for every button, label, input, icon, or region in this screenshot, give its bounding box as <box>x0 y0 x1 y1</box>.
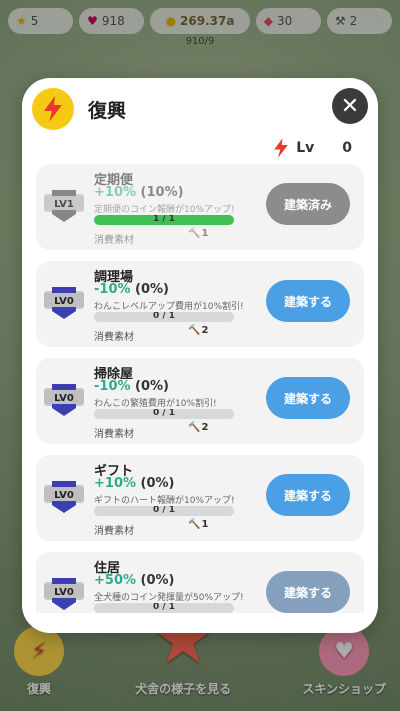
level-badge: LV1 <box>42 182 86 226</box>
hammer-icon: 🔨 <box>188 519 201 530</box>
revival-modal: 復興 ✕ Lv 0 LV1 定期便 +10% (10%) 定期便のコイン報酬が1… <box>22 78 378 633</box>
progress-bar: 0 / 1 <box>94 506 234 516</box>
build-button[interactable]: 建築する <box>266 377 350 419</box>
facility-list[interactable]: LV1 定期便 +10% (10%) 定期便のコイン報酬が10%アップ! 1 /… <box>36 164 364 613</box>
svg-text:LV0: LV0 <box>54 393 74 404</box>
build-button[interactable]: 建築済み <box>266 183 350 225</box>
modal-header: 復興 ✕ <box>22 78 378 140</box>
progress-text: 0 / 1 <box>152 506 176 515</box>
level-badge: LV0 <box>42 473 86 517</box>
build-button[interactable]: 建築する <box>266 571 350 613</box>
svg-text:LV1: LV1 <box>54 199 74 210</box>
lightning-icon <box>274 138 288 158</box>
facility-effect: -10% (0%) <box>94 282 170 297</box>
material-cost: 🔨 2 <box>188 325 209 336</box>
modal-title: 復興 <box>88 100 127 122</box>
svg-text:LV0: LV0 <box>54 587 74 598</box>
build-button[interactable]: 建築する <box>266 280 350 322</box>
level-badge: LV0 <box>42 376 86 420</box>
level-label: Lv <box>296 140 315 156</box>
progress-text: 1 / 1 <box>152 215 176 224</box>
progress-text: 0 / 1 <box>152 312 176 321</box>
facility-card: LV0 ギフト +10% (0%) ギフトのハート報酬が10%アップ! 0 / … <box>36 455 364 541</box>
hammer-icon: 🔨 <box>188 422 201 433</box>
materials-label: 消費素材 <box>94 332 134 343</box>
progress-text: 0 / 1 <box>152 603 176 612</box>
progress-bar: 1 / 1 <box>94 215 234 225</box>
facility-effect: -10% (0%) <box>94 379 170 394</box>
materials-label: 消費素材 <box>94 429 134 440</box>
progress-text: 0 / 1 <box>152 409 176 418</box>
facility-effect: +50% (0%) <box>94 573 175 588</box>
facility-description: わんこの繁殖費用が10%割引! <box>94 399 217 409</box>
facility-card: LV0 住居 +50% (0%) 全犬種のコイン発揮量が50%アップ! 0 / … <box>36 552 364 613</box>
facility-description: ギフトのハート報酬が10%アップ! <box>94 496 235 506</box>
hammer-icon: 🔨 <box>188 228 201 239</box>
total-level: Lv 0 <box>272 138 352 158</box>
facility-card: LV0 掃除屋 -10% (0%) わんこの繁殖費用が10%割引! 0 / 1 … <box>36 358 364 444</box>
facility-card: LV0 調理場 -10% (0%) わんこレベルアップ費用が10%割引! 0 /… <box>36 261 364 347</box>
progress-bar: 0 / 1 <box>94 312 234 322</box>
material-cost: 🔨 1 <box>188 519 209 530</box>
svg-text:LV0: LV0 <box>54 296 74 307</box>
material-cost: 🔨 2 <box>188 422 209 433</box>
materials-label: 消費素材 <box>94 235 134 246</box>
level-value: 0 <box>342 140 352 156</box>
level-badge: LV0 <box>42 279 86 323</box>
close-button[interactable]: ✕ <box>332 88 368 124</box>
build-button[interactable]: 建築する <box>266 474 350 516</box>
facility-description: わんこレベルアップ費用が10%割引! <box>94 302 244 312</box>
progress-bar: 0 / 1 <box>94 603 234 613</box>
progress-bar: 0 / 1 <box>94 409 234 419</box>
facility-effect: +10% (10%) <box>94 185 184 200</box>
close-icon: ✕ <box>340 93 360 119</box>
facility-description: 定期便のコイン報酬が10%アップ! <box>94 205 235 215</box>
facility-effect: +10% (0%) <box>94 476 175 491</box>
material-cost: 🔨 1 <box>188 228 209 239</box>
facility-card: LV1 定期便 +10% (10%) 定期便のコイン報酬が10%アップ! 1 /… <box>36 164 364 250</box>
facility-description: 全犬種のコイン発揮量が50%アップ! <box>94 593 244 603</box>
level-badge: LV0 <box>42 570 86 613</box>
materials-label: 消費素材 <box>94 526 134 537</box>
lightning-icon <box>32 88 74 130</box>
hammer-icon: 🔨 <box>188 325 201 336</box>
svg-text:LV0: LV0 <box>54 490 74 501</box>
